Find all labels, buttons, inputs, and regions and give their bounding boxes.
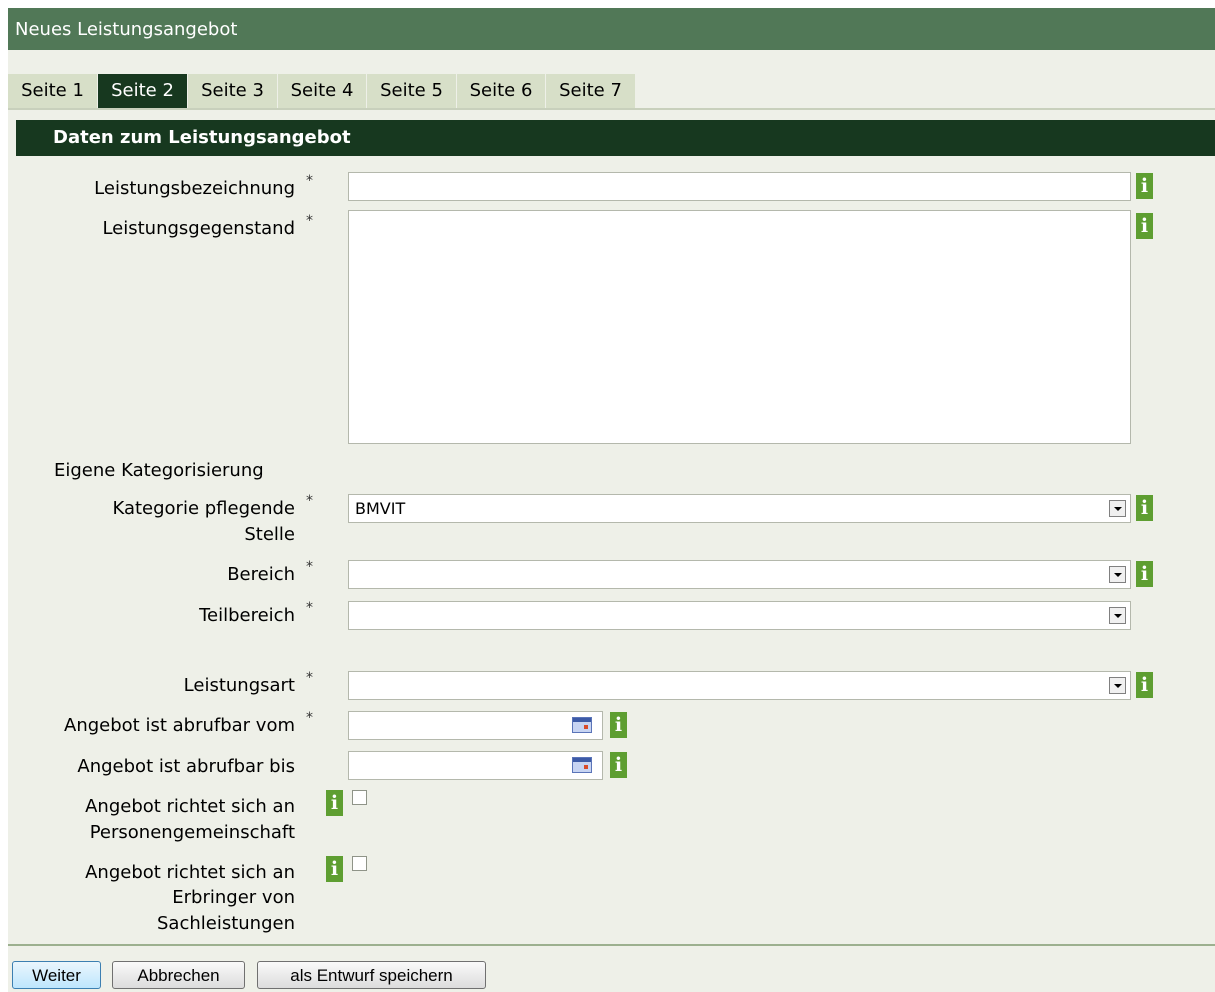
required-marker: * <box>306 600 313 616</box>
info-icon[interactable]: i <box>610 712 627 738</box>
bereich-select[interactable] <box>348 560 1131 589</box>
sachleistungen-label-line1: Angebot richtet sich an <box>85 862 295 883</box>
leistungsgegenstand-textarea[interactable] <box>348 210 1131 444</box>
sachleistungen-label-line3: Sachleistungen <box>157 913 295 934</box>
info-icon[interactable]: i <box>1136 213 1153 239</box>
info-icon[interactable]: i <box>1136 672 1153 698</box>
teilbereich-select[interactable] <box>348 601 1131 630</box>
abrufbar-vom-input[interactable] <box>348 711 603 740</box>
tab-seite-7[interactable]: Seite 7 <box>546 74 636 108</box>
info-icon[interactable]: i <box>1136 561 1153 587</box>
tab-seite-6[interactable]: Seite 6 <box>457 74 546 108</box>
info-icon[interactable]: i <box>610 752 627 778</box>
kategorie-label-line1: Kategorie pflegende <box>112 498 295 519</box>
personengemeinschaft-checkbox[interactable] <box>352 790 367 805</box>
info-icon[interactable]: i <box>1136 173 1153 199</box>
leistungsgegenstand-label: Leistungsgegenstand <box>102 218 295 239</box>
required-marker: * <box>306 173 313 189</box>
sachleistungen-checkbox[interactable] <box>352 856 367 871</box>
teilbereich-label: Teilbereich <box>199 605 295 626</box>
personengemeinschaft-label-line2: Personengemeinschaft <box>89 822 295 843</box>
tab-seite-5[interactable]: Seite 5 <box>367 74 457 108</box>
bereich-label: Bereich <box>227 564 295 585</box>
tab-seite-1[interactable]: Seite 1 <box>8 74 98 108</box>
info-icon[interactable]: i <box>326 856 343 882</box>
info-icon[interactable]: i <box>326 790 343 816</box>
dropdown-arrow-icon[interactable] <box>1109 677 1126 694</box>
weiter-button[interactable]: Weiter <box>12 961 101 989</box>
leistungsart-select[interactable] <box>348 671 1131 700</box>
leistungsbezeichnung-input[interactable] <box>348 172 1131 201</box>
abbrechen-button[interactable]: Abbrechen <box>112 961 245 989</box>
tab-seite-4[interactable]: Seite 4 <box>278 74 367 108</box>
kategorie-label-line2: Stelle <box>244 524 295 545</box>
footer-divider <box>8 944 1215 946</box>
calendar-icon[interactable] <box>572 757 592 773</box>
abrufbar-bis-label: Angebot ist abrufbar bis <box>77 756 295 777</box>
calendar-icon[interactable] <box>572 717 592 733</box>
required-marker: * <box>306 559 313 575</box>
required-marker: * <box>306 670 313 686</box>
leistungsbezeichnung-label: Leistungsbezeichnung <box>94 178 295 199</box>
tab-bar: Seite 1 Seite 2 Seite 3 Seite 4 Seite 5 … <box>8 74 1215 110</box>
dropdown-arrow-icon[interactable] <box>1109 566 1126 583</box>
required-marker: * <box>306 493 313 509</box>
info-icon[interactable]: i <box>1136 495 1153 521</box>
kategorie-select[interactable]: BMVIT <box>348 494 1131 523</box>
sachleistungen-label-line2: Erbringer von <box>172 887 295 908</box>
required-marker: * <box>306 213 313 229</box>
dropdown-arrow-icon[interactable] <box>1109 500 1126 517</box>
abrufbar-bis-input[interactable] <box>348 751 603 780</box>
entwurf-speichern-button[interactable]: als Entwurf speichern <box>257 961 486 989</box>
abrufbar-vom-label: Angebot ist abrufbar vom <box>64 715 295 736</box>
tab-seite-2[interactable]: Seite 2 <box>98 74 188 108</box>
tab-seite-3[interactable]: Seite 3 <box>188 74 278 108</box>
dialog-window: Neues Leistungsangebot Seite 1 Seite 2 S… <box>8 8 1215 992</box>
window-title: Neues Leistungsangebot <box>8 8 1215 50</box>
kategorie-value: BMVIT <box>355 499 406 518</box>
section-header: Daten zum Leistungsangebot <box>16 120 1215 156</box>
leistungsart-label: Leistungsart <box>183 675 295 696</box>
eigene-kategorisierung-heading: Eigene Kategorisierung <box>54 460 264 481</box>
required-marker: * <box>306 710 313 726</box>
personengemeinschaft-label-line1: Angebot richtet sich an <box>85 796 295 817</box>
dropdown-arrow-icon[interactable] <box>1109 607 1126 624</box>
